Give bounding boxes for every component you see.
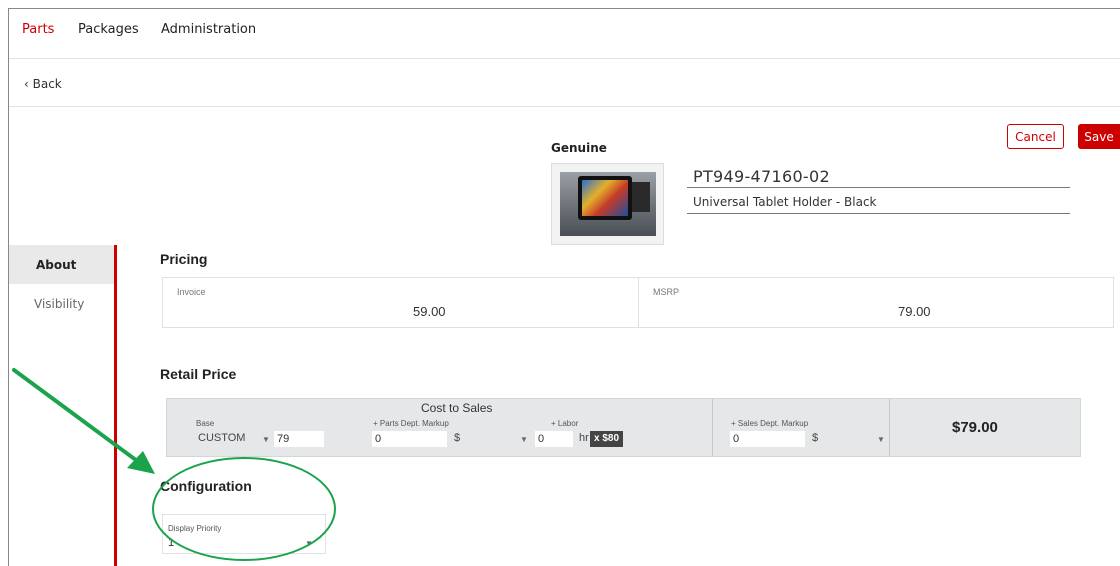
invoice-label: Invoice (177, 287, 206, 297)
tablet-holder-image (560, 172, 656, 236)
save-button[interactable]: Save (1078, 124, 1120, 149)
display-priority-label: Display Priority (168, 524, 222, 533)
sales-markup-input[interactable]: 0 (730, 431, 805, 447)
msrp-value: 79.00 (898, 304, 931, 319)
part-number-underline (687, 187, 1070, 188)
pricing-heading: Pricing (160, 251, 208, 267)
labor-label: + Labor (551, 419, 579, 428)
pricing-panel: Invoice 59.00 MSRP 79.00 (162, 277, 1114, 328)
sales-markup-unit[interactable]: $ (812, 432, 818, 444)
divider (9, 58, 1120, 59)
pricing-divider (638, 278, 639, 327)
labor-hours-input[interactable]: 0 (535, 431, 573, 447)
labor-rate-badge: x $80 (590, 431, 624, 447)
nav-parts[interactable]: Parts (22, 22, 54, 37)
cost-to-sales-label: Cost to Sales (421, 401, 493, 415)
retail-divider (712, 399, 713, 456)
retail-price-heading: Retail Price (160, 366, 237, 382)
display-priority-value[interactable]: 1 (168, 537, 174, 549)
cancel-button[interactable]: Cancel (1007, 124, 1064, 149)
sidebar-active-indicator (114, 245, 117, 566)
mount-graphic (632, 182, 650, 212)
parts-markup-label: + Parts Dept. Markup (373, 419, 449, 428)
sidebar-item-about-label[interactable]: About (36, 258, 76, 272)
part-number-field[interactable]: PT949-47160-02 (693, 167, 830, 186)
chevron-down-icon[interactable]: ▼ (305, 539, 313, 548)
sidebar-item-visibility[interactable]: Visibility (34, 297, 84, 311)
base-label: Base (196, 419, 215, 428)
nav-packages[interactable]: Packages (78, 22, 139, 37)
part-description-field[interactable]: Universal Tablet Holder - Black (693, 195, 877, 209)
base-value-input[interactable]: 79 (274, 431, 324, 447)
back-link[interactable]: ‹ Back (24, 77, 62, 91)
retail-total: $79.00 (952, 419, 998, 436)
msrp-label: MSRP (653, 287, 680, 297)
configuration-heading: Configuration (160, 478, 252, 494)
chevron-down-icon[interactable]: ▼ (262, 435, 270, 444)
genuine-badge: Genuine (551, 141, 607, 155)
chevron-down-icon[interactable]: ▼ (877, 435, 885, 444)
display-priority-select[interactable]: Display Priority 1 ▼ (162, 514, 326, 554)
sales-markup-label: + Sales Dept. Markup (731, 419, 809, 428)
tablet-graphic (578, 176, 632, 220)
retail-total-box: $79.00 (889, 399, 1080, 456)
retail-price-panel: Cost to Sales Base CUSTOM ▼ 79 + Parts D… (166, 398, 1081, 457)
parts-markup-unit[interactable]: $ (454, 432, 460, 444)
part-image (551, 163, 664, 245)
part-description-underline (687, 213, 1070, 214)
nav-administration[interactable]: Administration (161, 22, 256, 37)
invoice-value: 59.00 (413, 304, 446, 319)
labor-unit: hr (579, 432, 589, 444)
chevron-down-icon[interactable]: ▼ (520, 435, 528, 444)
parts-markup-input[interactable]: 0 (372, 431, 447, 447)
divider (9, 106, 1120, 107)
base-select[interactable]: CUSTOM (198, 432, 245, 444)
